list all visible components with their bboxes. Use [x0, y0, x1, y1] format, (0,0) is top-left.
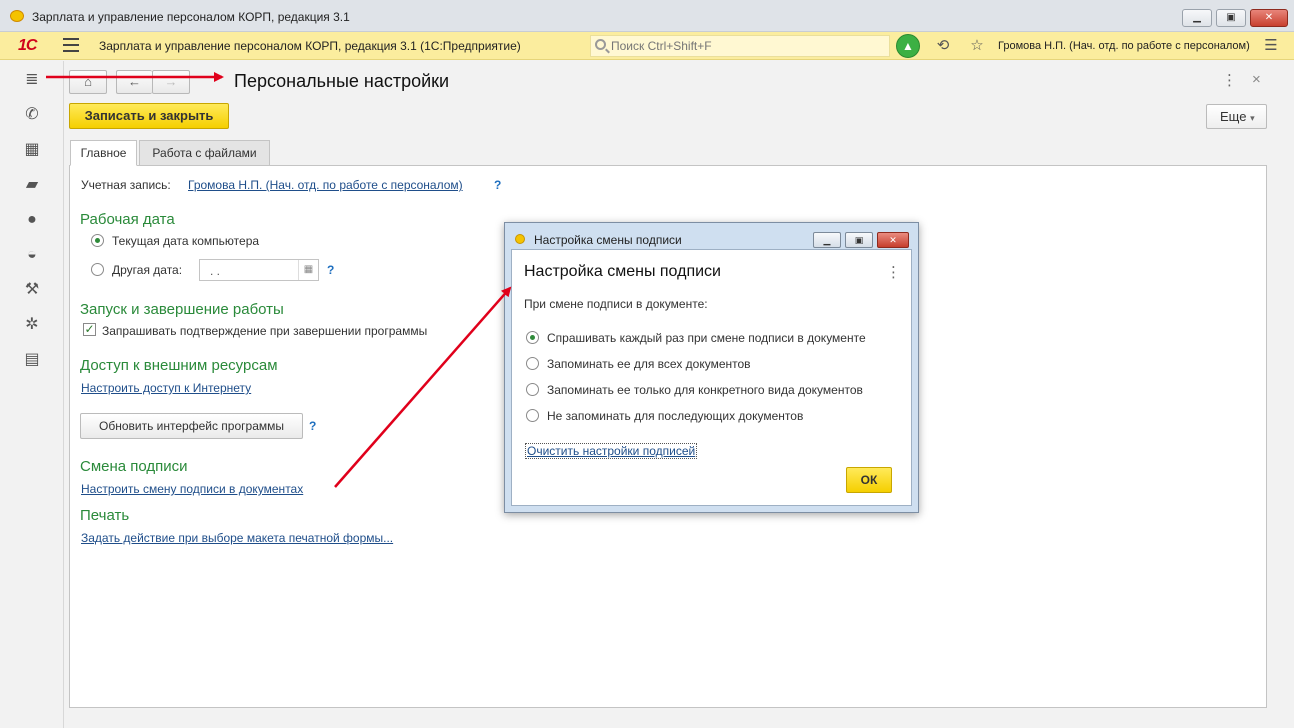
account-label: Учетная запись: — [81, 178, 171, 192]
calendar-icon[interactable]: ▦ — [298, 260, 318, 280]
logo-1c: 1С — [18, 37, 37, 54]
search-box[interactable] — [590, 35, 890, 57]
external-resources-heading: Доступ к внешним ресурсам — [80, 357, 278, 374]
option-remember-all-radio[interactable] — [526, 357, 539, 370]
dialog-body: Настройка смены подписи ⋮ При смене подп… — [511, 249, 912, 506]
tab-main[interactable]: Главное — [70, 140, 137, 166]
page-title: Персональные настройки — [234, 71, 450, 91]
dialog-app-icon — [515, 234, 525, 244]
option-do-not-remember-radio[interactable] — [526, 409, 539, 422]
close-icon: ✕ — [889, 235, 897, 245]
minimize-button[interactable]: ▁ — [1182, 9, 1212, 27]
window-title-bar: Зарплата и управление персоналом КОРП, р… — [0, 0, 1294, 32]
radio-current-date-label: Текущая дата компьютера — [112, 234, 260, 248]
signature-settings-link[interactable]: Настроить смену подписи в документах — [81, 482, 303, 496]
option-remember-all-label: Запоминать ее для всех документов — [547, 357, 751, 371]
print-action-link[interactable]: Задать действие при выборе макета печатн… — [81, 531, 393, 545]
dialog-more-icon[interactable]: ⋮ — [886, 263, 901, 281]
date-field-value: . . — [210, 264, 221, 278]
forward-arrow-icon: → — [164, 74, 178, 89]
date-help-icon[interactable]: ? — [327, 263, 334, 277]
account-help-icon[interactable]: ? — [494, 178, 501, 192]
close-form-icon[interactable]: × — [1252, 71, 1261, 88]
notification-bell-icon[interactable]: ▲ — [896, 34, 920, 58]
minimize-icon: ▁ — [823, 235, 831, 245]
tab-files[interactable]: Работа с файлами — [139, 140, 270, 166]
favorites-star-icon[interactable]: ☆ — [968, 37, 986, 55]
window-controls: ▁ ▣ ✕ — [1182, 9, 1288, 27]
refresh-interface-button[interactable]: Обновить интерфейс программы — [80, 413, 303, 439]
more-button[interactable]: Еще ▾ — [1206, 104, 1267, 129]
main-menu-icon[interactable]: ≣ — [20, 69, 44, 91]
app-logo-icon — [10, 10, 24, 22]
wrench-icon[interactable]: ⚒ — [20, 279, 44, 301]
current-user[interactable]: Громова Н.П. (Нач. отд. по работе с перс… — [998, 40, 1250, 52]
gear-icon[interactable]: ✲ — [20, 314, 44, 336]
dropdown-arrow-icon: ▾ — [1250, 113, 1255, 123]
maximize-button[interactable]: ▣ — [1216, 9, 1246, 27]
more-actions-icon[interactable]: ⋮ — [1222, 71, 1237, 89]
confirm-exit-label: Запрашивать подтверждение при завершении… — [102, 324, 428, 338]
save-and-close-button[interactable]: Записать и закрыть — [69, 103, 229, 129]
settings-menu-icon[interactable]: ☰ — [1262, 37, 1280, 55]
history-icon[interactable]: ⟲ — [934, 37, 952, 55]
option-remember-type-radio[interactable] — [526, 383, 539, 396]
maximize-icon: ▣ — [1226, 12, 1236, 23]
minimize-icon: ▁ — [1193, 12, 1201, 23]
radio-other-date[interactable] — [91, 263, 104, 276]
internet-access-link[interactable]: Настроить доступ к Интернету — [81, 381, 251, 395]
confirm-exit-checkbox[interactable]: ✓ — [83, 323, 96, 336]
card-icon[interactable]: ▤ — [20, 349, 44, 371]
option-do-not-remember-label: Не запоминать для последующих документов — [547, 409, 804, 423]
home-button[interactable]: ⌂ — [69, 70, 107, 94]
more-label: Еще — [1220, 109, 1247, 124]
people-icon[interactable]: ● — [20, 209, 44, 231]
clear-signature-settings-link[interactable]: Очистить настройки подписей — [525, 443, 698, 459]
sections-sidebar: ≣ ✆ ▦ ▰ ● ◒ ⚒ ✲ ▤ — [0, 61, 64, 728]
menu-icon[interactable] — [63, 38, 79, 52]
close-icon: ✕ — [1264, 12, 1274, 23]
signature-settings-dialog: Настройка смены подписи ▁ ▣ ✕ Настройка … — [504, 222, 919, 513]
worker-helmet-icon[interactable]: ◒ — [20, 244, 44, 266]
app-title: Зарплата и управление персоналом КОРП, р… — [99, 39, 521, 53]
forward-button[interactable]: → — [152, 70, 190, 94]
app-toolbar: 1С Зарплата и управление персоналом КОРП… — [0, 32, 1294, 60]
back-button[interactable]: ← — [116, 70, 152, 94]
maximize-icon: ▣ — [854, 235, 864, 245]
radio-other-date-label: Другая дата: — [112, 263, 183, 277]
option-ask-each-time-radio[interactable] — [526, 331, 539, 344]
dialog-window-title: Настройка смены подписи — [534, 233, 682, 247]
gift-icon[interactable]: ▦ — [20, 139, 44, 161]
ok-button[interactable]: ОК — [846, 467, 892, 493]
dialog-prompt: При смене подписи в документе: — [524, 297, 708, 311]
close-window-button[interactable]: ✕ — [1250, 9, 1288, 27]
radio-current-date[interactable] — [91, 234, 104, 247]
search-input[interactable] — [611, 38, 881, 54]
dialog-maximize-button[interactable]: ▣ — [845, 232, 873, 248]
account-link[interactable]: Громова Н.П. (Нач. отд. по работе с перс… — [188, 178, 463, 192]
dialog-minimize-button[interactable]: ▁ — [813, 232, 841, 248]
option-ask-each-time-label: Спрашивать каждый раз при смене подписи … — [547, 331, 866, 345]
window-title: Зарплата и управление персоналом КОРП, р… — [32, 10, 350, 24]
date-field[interactable]: . . ▦ — [199, 259, 319, 281]
option-remember-type-label: Запоминать ее только для конкретного вид… — [547, 383, 863, 397]
search-icon — [595, 39, 606, 50]
home-icon: ⌂ — [84, 74, 92, 89]
work-date-heading: Рабочая дата — [80, 211, 175, 228]
signature-heading: Смена подписи — [80, 458, 188, 475]
print-heading: Печать — [80, 507, 130, 524]
dialog-heading: Настройка смены подписи — [524, 263, 721, 280]
phone-icon[interactable]: ✆ — [20, 104, 44, 126]
startup-heading: Запуск и завершение работы — [80, 301, 284, 318]
graduation-cap-icon[interactable]: ▰ — [20, 174, 44, 196]
refresh-help-icon[interactable]: ? — [309, 419, 316, 433]
dialog-close-button[interactable]: ✕ — [877, 232, 909, 248]
back-arrow-icon: ← — [128, 74, 141, 89]
